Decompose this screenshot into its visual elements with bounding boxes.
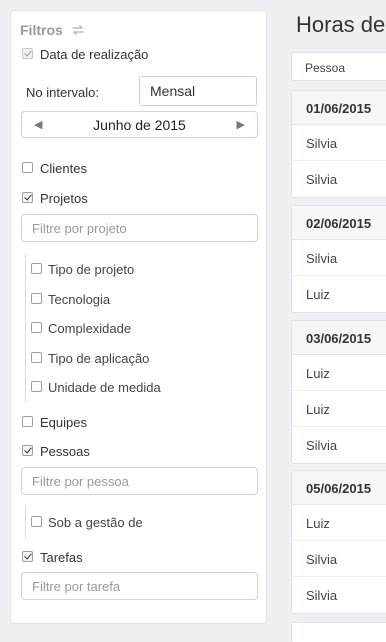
gestao-label: Sob a gestão de xyxy=(48,515,143,530)
unidade-medida-label: Unidade de medida xyxy=(48,380,161,395)
filters-title: Filtros xyxy=(20,22,63,38)
intervalo-label: No intervalo: xyxy=(26,85,99,100)
table-row: Silvia xyxy=(306,172,338,187)
tipo-aplicacao-checkbox[interactable] xyxy=(31,352,42,363)
date-group: 03/06/2015 Luiz Luiz Silvia xyxy=(291,320,386,464)
table-row: Silvia xyxy=(292,240,386,276)
complexidade-checkbox[interactable] xyxy=(31,322,42,333)
projeto-subfilters xyxy=(25,254,26,402)
refresh-icon[interactable] xyxy=(70,23,86,37)
tecnologia-checkbox[interactable] xyxy=(31,293,42,304)
gestao-checkbox[interactable] xyxy=(31,516,42,527)
table-row: Silvia xyxy=(292,125,386,161)
tipo-aplicacao-label: Tipo de aplicação xyxy=(48,351,150,366)
tarefas-checkbox[interactable] xyxy=(22,551,33,562)
projetos-label: Projetos xyxy=(40,191,88,206)
month-navigator: ◀ Junho de 2015 ▶ xyxy=(21,111,258,138)
table-row: Luiz xyxy=(292,505,386,541)
date-group-header: 03/06/2015 xyxy=(292,321,386,355)
pessoa-filter-input[interactable] xyxy=(21,467,258,495)
column-header-pessoa[interactable]: Pessoa xyxy=(291,52,386,81)
page-title: Horas de xyxy=(296,12,386,37)
date-group-header: 05/06/2015 xyxy=(292,471,386,505)
date-group-header: 01/06/2015 xyxy=(292,91,386,125)
date-group: 05/06/2015 Luiz Silvia Silvia xyxy=(291,470,386,614)
tarefas-label: Tarefas xyxy=(40,550,83,565)
pessoa-subfilters xyxy=(25,506,26,539)
date-group xyxy=(291,622,386,642)
intervalo-select[interactable]: Mensal xyxy=(139,76,257,106)
table-row: Silvia xyxy=(292,541,386,577)
table-row: Silvia xyxy=(306,588,338,603)
column-header-label: Pessoa xyxy=(305,61,346,75)
equipes-checkbox[interactable] xyxy=(22,416,33,427)
month-label: Junho de 2015 xyxy=(93,117,186,133)
unidade-medida-checkbox[interactable] xyxy=(31,381,42,392)
date-group: 01/06/2015 Silvia Silvia xyxy=(291,90,386,198)
table-row: Luiz xyxy=(292,391,386,427)
clientes-checkbox[interactable] xyxy=(22,162,33,173)
tarefa-filter-input[interactable] xyxy=(21,572,258,600)
next-month-icon[interactable]: ▶ xyxy=(237,118,245,131)
tipo-projeto-label: Tipo de projeto xyxy=(48,262,135,277)
clientes-label: Clientes xyxy=(40,161,87,176)
data-realizacao-label: Data de realização xyxy=(40,47,149,62)
complexidade-label: Complexidade xyxy=(48,321,132,336)
filters-panel: Filtros Data de realização No intervalo:… xyxy=(10,10,267,624)
projetos-checkbox[interactable] xyxy=(22,192,33,203)
tipo-projeto-checkbox[interactable] xyxy=(31,263,42,274)
date-group: 02/06/2015 Silvia Luiz xyxy=(291,205,386,313)
table-row: Luiz xyxy=(306,287,330,302)
table-row: Silvia xyxy=(306,438,338,453)
projeto-filter-input[interactable] xyxy=(21,214,258,242)
date-group-header: 02/06/2015 xyxy=(292,206,386,240)
pessoas-label: Pessoas xyxy=(40,444,90,459)
pessoas-checkbox[interactable] xyxy=(22,445,33,456)
data-realizacao-checkbox[interactable] xyxy=(22,48,33,59)
tecnologia-label: Tecnologia xyxy=(48,292,111,307)
equipes-label: Equipes xyxy=(40,415,87,430)
table-row: Luiz xyxy=(292,355,386,391)
